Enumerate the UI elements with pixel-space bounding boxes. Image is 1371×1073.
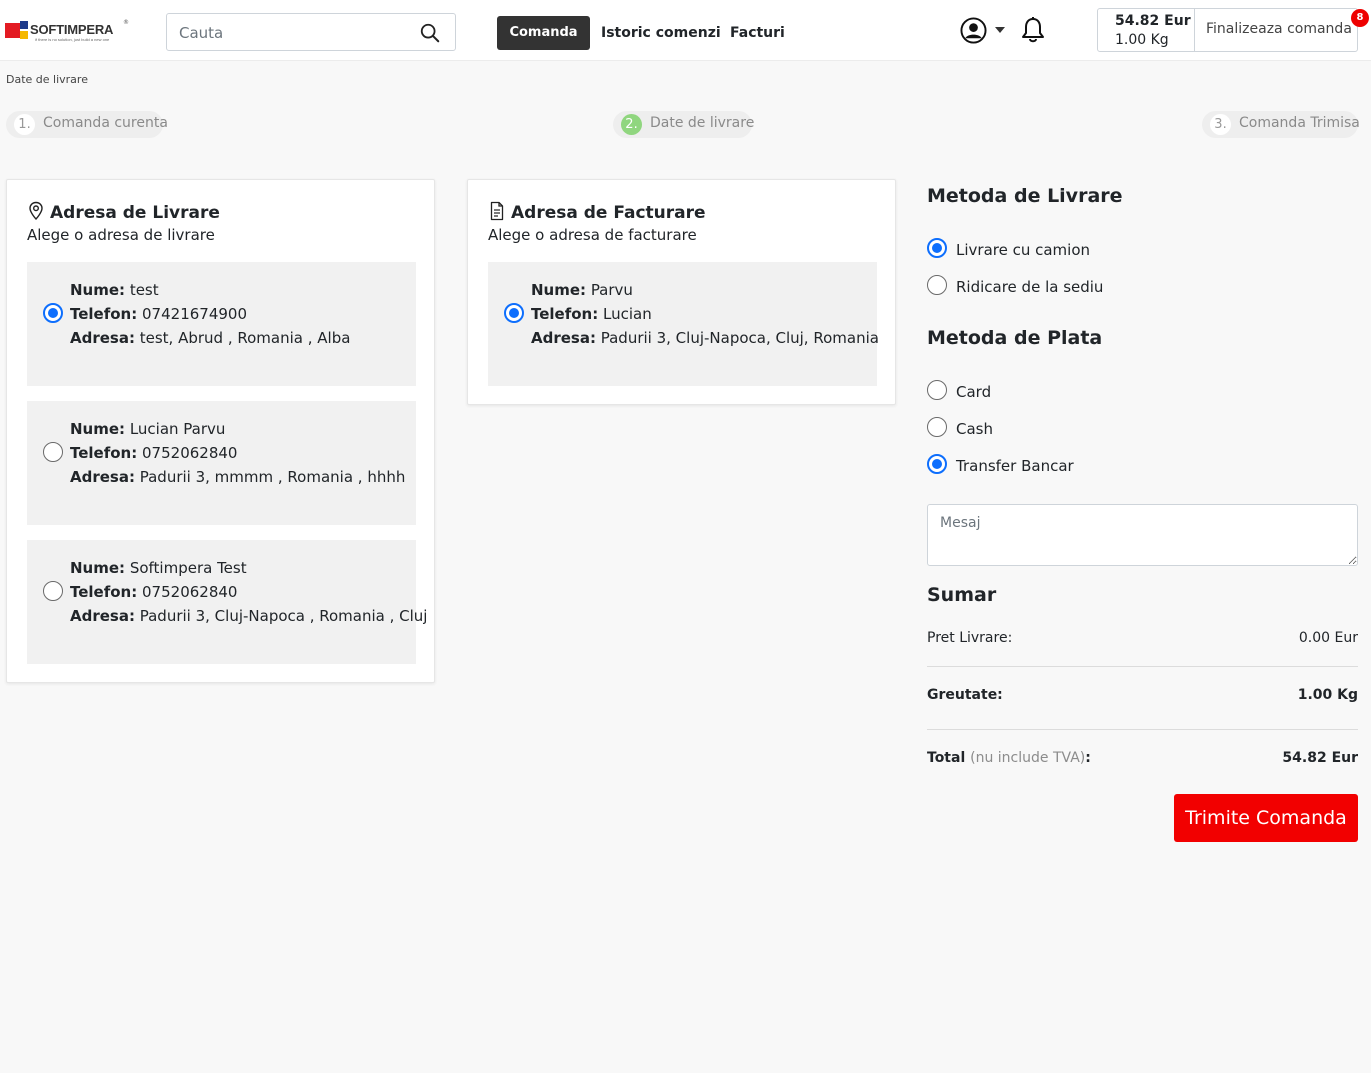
summary-value: 0.00 Eur bbox=[1298, 630, 1358, 646]
billing-address-radio[interactable] bbox=[504, 303, 524, 323]
delivery-address-option[interactable]: Nume: test Telefon: 07421674900 Adresa: … bbox=[27, 262, 416, 386]
step-label: Date de livrare bbox=[650, 115, 755, 131]
billing-address-subtitle: Alege o adresa de facturare bbox=[488, 226, 697, 244]
summary-divider bbox=[927, 666, 1358, 667]
delivery-address-option[interactable]: Nume: Lucian Parvu Telefon: 0752062840 A… bbox=[27, 401, 416, 525]
map-pin-icon bbox=[29, 201, 43, 221]
billing-address-title: Adresa de Facturare bbox=[511, 203, 706, 223]
notification-bell-icon[interactable] bbox=[1020, 16, 1046, 44]
delivery-address-title: Adresa de Livrare bbox=[50, 203, 220, 223]
step-comanda-trimisa: 3. Comanda Trimisa bbox=[1202, 111, 1360, 138]
address-phone: Telefon: 0752062840 bbox=[70, 444, 238, 462]
payment-method-radio[interactable] bbox=[927, 454, 947, 474]
logo-mark-red bbox=[5, 23, 20, 38]
submit-order-button[interactable]: Trimite Comanda bbox=[1174, 794, 1358, 842]
delivery-address-radio[interactable] bbox=[43, 303, 63, 323]
address-name: Nume: Lucian Parvu bbox=[70, 420, 226, 438]
nav-comanda-button[interactable]: Comanda bbox=[497, 16, 590, 50]
payment-method-radio[interactable] bbox=[927, 380, 947, 400]
delivery-method-radio[interactable] bbox=[927, 238, 947, 258]
logo-mark-yellow bbox=[20, 31, 28, 39]
nav-istoric-comenzi-link[interactable]: Istoric comenzi bbox=[601, 16, 721, 50]
payment-option-card[interactable]: Card bbox=[927, 380, 1187, 402]
finalize-order-label: Finalizeaza comanda bbox=[1206, 21, 1352, 37]
step-label: Comanda curenta bbox=[43, 115, 168, 131]
top-header: SOFTIMPERA ® if there is no solution, ju… bbox=[0, 0, 1371, 61]
document-icon bbox=[490, 201, 504, 221]
option-label: Ridicare de la sediu bbox=[956, 278, 1104, 296]
step-number: 1. bbox=[14, 114, 35, 135]
softimpera-logo[interactable]: SOFTIMPERA ® if there is no solution, ju… bbox=[5, 19, 129, 45]
summary-divider bbox=[927, 729, 1358, 730]
cart-total-eur: 54.82 Eur bbox=[1115, 13, 1191, 29]
step-label: Comanda Trimisa bbox=[1239, 115, 1360, 131]
delivery-address-radio[interactable] bbox=[43, 442, 63, 462]
logo-tagline: if there is no solution, just build a ne… bbox=[35, 37, 110, 42]
summary-title: Sumar bbox=[927, 584, 997, 606]
delivery-address-radio[interactable] bbox=[43, 581, 63, 601]
address-name: Nume: Parvu bbox=[531, 281, 633, 299]
search-box bbox=[166, 13, 456, 51]
step-number: 2. bbox=[621, 114, 642, 135]
address-street: Adresa: Padurii 3, Cluj-Napoca, Cluj, Ro… bbox=[531, 329, 879, 347]
option-label: Livrare cu camion bbox=[956, 241, 1091, 259]
step-comanda-curenta[interactable]: 1. Comanda curenta bbox=[6, 111, 168, 138]
delivery-method-radio[interactable] bbox=[927, 275, 947, 295]
delivery-option-ridicare[interactable]: Ridicare de la sediu bbox=[927, 275, 1187, 297]
summary-label: Greutate: bbox=[927, 687, 1003, 703]
option-label: Cash bbox=[956, 420, 993, 438]
search-input[interactable] bbox=[179, 22, 409, 44]
nav-facturi-link[interactable]: Facturi bbox=[730, 16, 785, 50]
payment-method-radio[interactable] bbox=[927, 417, 947, 437]
payment-option-cash[interactable]: Cash bbox=[927, 417, 1187, 439]
billing-address-option[interactable]: Nume: Parvu Telefon: Lucian Adresa: Padu… bbox=[488, 262, 879, 386]
summary-label: Total (nu include TVA): bbox=[927, 750, 1091, 766]
payment-method-title: Metoda de Plata bbox=[927, 327, 1103, 349]
summary-label: Pret Livrare: bbox=[927, 630, 1013, 646]
address-phone: Telefon: Lucian bbox=[531, 305, 652, 323]
address-phone: Telefon: 0752062840 bbox=[70, 583, 238, 601]
payment-option-transfer-bancar[interactable]: Transfer Bancar bbox=[927, 454, 1187, 476]
step-date-de-livrare: 2. Date de livrare bbox=[613, 111, 755, 138]
message-textarea[interactable] bbox=[927, 504, 1358, 566]
cart-count-badge: 8 bbox=[1351, 9, 1369, 27]
billing-address-card: Adresa de Facturare Alege o adresa de fa… bbox=[467, 179, 896, 405]
cart-total-kg: 1.00 Kg bbox=[1115, 32, 1169, 48]
summary-value: 54.82 Eur bbox=[1282, 750, 1358, 766]
delivery-address-subtitle: Alege o adresa de livrare bbox=[27, 226, 215, 244]
option-label: Transfer Bancar bbox=[956, 457, 1074, 475]
logo-registered-mark: ® bbox=[123, 19, 129, 26]
address-street: Adresa: Padurii 3, Cluj-Napoca , Romania… bbox=[70, 607, 428, 625]
cart-totals: 54.82 Eur 1.00 Kg bbox=[1098, 9, 1195, 51]
chevron-down-icon[interactable] bbox=[995, 27, 1005, 33]
delivery-address-option[interactable]: Nume: Softimpera Test Telefon: 075206284… bbox=[27, 540, 427, 664]
delivery-method-title: Metoda de Livrare bbox=[927, 185, 1123, 207]
cart-summary-button[interactable]: 54.82 Eur 1.00 Kg Finalizeaza comanda bbox=[1097, 8, 1358, 52]
address-name: Nume: Softimpera Test bbox=[70, 559, 247, 577]
delivery-option-camion[interactable]: Livrare cu camion bbox=[927, 238, 1187, 260]
option-label: Card bbox=[956, 383, 992, 401]
address-street: Adresa: test, Abrud , Romania , Alba bbox=[70, 329, 351, 347]
breadcrumb: Date de livrare bbox=[6, 73, 88, 86]
address-name: Nume: test bbox=[70, 281, 159, 299]
vat-note: (nu include TVA) bbox=[970, 750, 1086, 766]
address-street: Adresa: Padurii 3, mmmm , Romania , hhhh bbox=[70, 468, 406, 486]
logo-name: SOFTIMPERA bbox=[30, 22, 114, 37]
address-phone: Telefon: 07421674900 bbox=[70, 305, 247, 323]
step-number: 3. bbox=[1210, 114, 1231, 135]
summary-value: 1.00 Kg bbox=[1297, 687, 1358, 703]
logo-mark-blue bbox=[20, 21, 28, 29]
search-icon[interactable] bbox=[419, 22, 441, 44]
delivery-address-card: Adresa de Livrare Alege o adresa de livr… bbox=[6, 179, 435, 683]
user-account-icon[interactable] bbox=[960, 17, 987, 44]
